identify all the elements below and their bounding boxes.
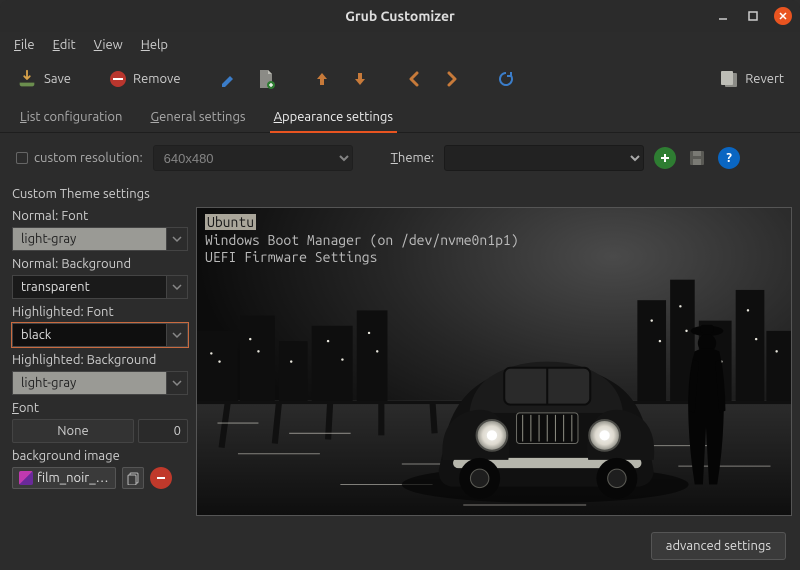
menu-file[interactable]: File <box>14 38 35 52</box>
theme-label: Theme: <box>391 151 434 165</box>
normal-background-value: transparent <box>12 275 166 299</box>
highlighted-font-select[interactable]: black <box>12 323 188 347</box>
close-button[interactable] <box>774 7 792 25</box>
revert-button[interactable]: Revert <box>713 66 790 92</box>
tab-general-settings[interactable]: General settings <box>146 100 249 132</box>
normal-font-value: light-gray <box>12 227 166 251</box>
resolution-select[interactable]: 640x480 <box>153 145 353 171</box>
remove-image-button[interactable] <box>150 467 172 489</box>
theme-select[interactable] <box>444 145 644 171</box>
revert-icon <box>719 70 739 88</box>
new-entry-button[interactable] <box>251 65 281 93</box>
tab-appearance-settings[interactable]: Appearance settings <box>270 100 397 132</box>
normal-font-field: Normal: Font light-gray <box>12 209 188 251</box>
remove-button[interactable]: Remove <box>103 66 187 92</box>
refresh-button[interactable] <box>491 66 521 92</box>
image-thumb-icon <box>19 471 33 485</box>
theme-help-button[interactable]: ? <box>718 147 740 169</box>
normal-background-label: Normal: Background <box>12 257 188 271</box>
appearance-body: Normal: Font light-gray Normal: Backgrou… <box>0 207 800 522</box>
font-chooser-button[interactable]: None <box>12 419 134 443</box>
chevron-down-icon <box>166 275 188 299</box>
theme-settings-panel: Normal: Font light-gray Normal: Backgrou… <box>8 207 192 522</box>
boot-preview: Ubuntu Windows Boot Manager (on /dev/nvm… <box>196 207 792 516</box>
highlighted-background-field: Highlighted: Background light-gray <box>12 353 188 395</box>
chevron-down-icon <box>166 323 188 347</box>
background-image-chooser[interactable]: film_noir_… <box>12 467 116 489</box>
highlighted-background-value: light-gray <box>12 371 166 395</box>
remove-label: Remove <box>133 72 181 86</box>
font-size-value[interactable]: 0 <box>138 419 188 443</box>
move-right-button[interactable] <box>437 67 465 91</box>
footer: advanced settings <box>0 522 800 570</box>
window-title: Grub Customizer <box>345 8 455 24</box>
normal-background-field: Normal: Background transparent <box>12 257 188 299</box>
boot-entry: UEFI Firmware Settings <box>205 249 519 267</box>
background-image-label: background image <box>12 449 188 463</box>
toolbar: Save Remove Revert <box>0 58 800 100</box>
menu-edit[interactable]: Edit <box>53 38 76 52</box>
pencil-icon <box>219 70 237 88</box>
revert-label: Revert <box>745 72 784 86</box>
menu-view[interactable]: View <box>94 38 123 52</box>
custom-resolution-checkbox[interactable]: custom resolution: <box>16 151 143 165</box>
app-window: Grub Customizer File Edit View Help Save… <box>0 0 800 570</box>
save-label: Save <box>44 72 71 86</box>
font-field: Font None 0 <box>12 401 188 443</box>
highlighted-font-label: Highlighted: Font <box>12 305 188 319</box>
theme-add-button[interactable] <box>654 147 676 169</box>
theme-save-button[interactable] <box>686 147 708 169</box>
arrow-down-icon <box>351 70 369 88</box>
menubar: File Edit View Help <box>0 32 800 58</box>
tabs: List configuration General settings Appe… <box>0 100 800 133</box>
highlighted-font-value: black <box>12 323 166 347</box>
move-up-button[interactable] <box>307 66 337 92</box>
chevron-down-icon <box>166 227 188 251</box>
background-image-filename: film_noir_… <box>37 471 109 485</box>
move-left-button[interactable] <box>401 67 429 91</box>
minus-circle-icon <box>109 70 127 88</box>
download-icon <box>16 68 38 90</box>
copy-image-button[interactable] <box>122 467 144 489</box>
tab-list-configuration[interactable]: List configuration <box>16 100 126 132</box>
background-image-field: background image film_noir_… <box>12 449 188 489</box>
arrow-up-icon <box>313 70 331 88</box>
normal-background-select[interactable]: transparent <box>12 275 188 299</box>
maximize-button[interactable] <box>744 7 762 25</box>
normal-font-select[interactable]: light-gray <box>12 227 188 251</box>
normal-font-label: Normal: Font <box>12 209 188 223</box>
checkbox-icon <box>16 152 28 164</box>
menu-help[interactable]: Help <box>141 38 168 52</box>
appearance-top-row: custom resolution: 640x480 Theme: ? <box>0 133 800 183</box>
custom-theme-section-title: Custom Theme settings <box>0 183 800 207</box>
font-label: Font <box>12 401 188 415</box>
highlighted-background-select[interactable]: light-gray <box>12 371 188 395</box>
move-down-button[interactable] <box>345 66 375 92</box>
edit-button[interactable] <box>213 66 243 92</box>
boot-entries: Ubuntu Windows Boot Manager (on /dev/nvm… <box>205 214 519 267</box>
window-controls <box>714 7 792 25</box>
custom-resolution-label: custom resolution: <box>34 151 143 165</box>
chevron-down-icon <box>166 371 188 395</box>
chevron-right-icon <box>443 71 459 87</box>
save-button[interactable]: Save <box>10 64 77 94</box>
refresh-icon <box>497 70 515 88</box>
advanced-settings-button[interactable]: advanced settings <box>651 532 786 560</box>
page-plus-icon <box>257 69 275 89</box>
boot-entry: Windows Boot Manager (on /dev/nvme0n1p1) <box>205 232 519 250</box>
highlighted-font-field: Highlighted: Font black <box>12 305 188 347</box>
chevron-left-icon <box>407 71 423 87</box>
boot-entry-selected: Ubuntu <box>205 214 256 230</box>
titlebar: Grub Customizer <box>0 0 800 32</box>
highlighted-background-label: Highlighted: Background <box>12 353 188 367</box>
minimize-button[interactable] <box>714 7 732 25</box>
